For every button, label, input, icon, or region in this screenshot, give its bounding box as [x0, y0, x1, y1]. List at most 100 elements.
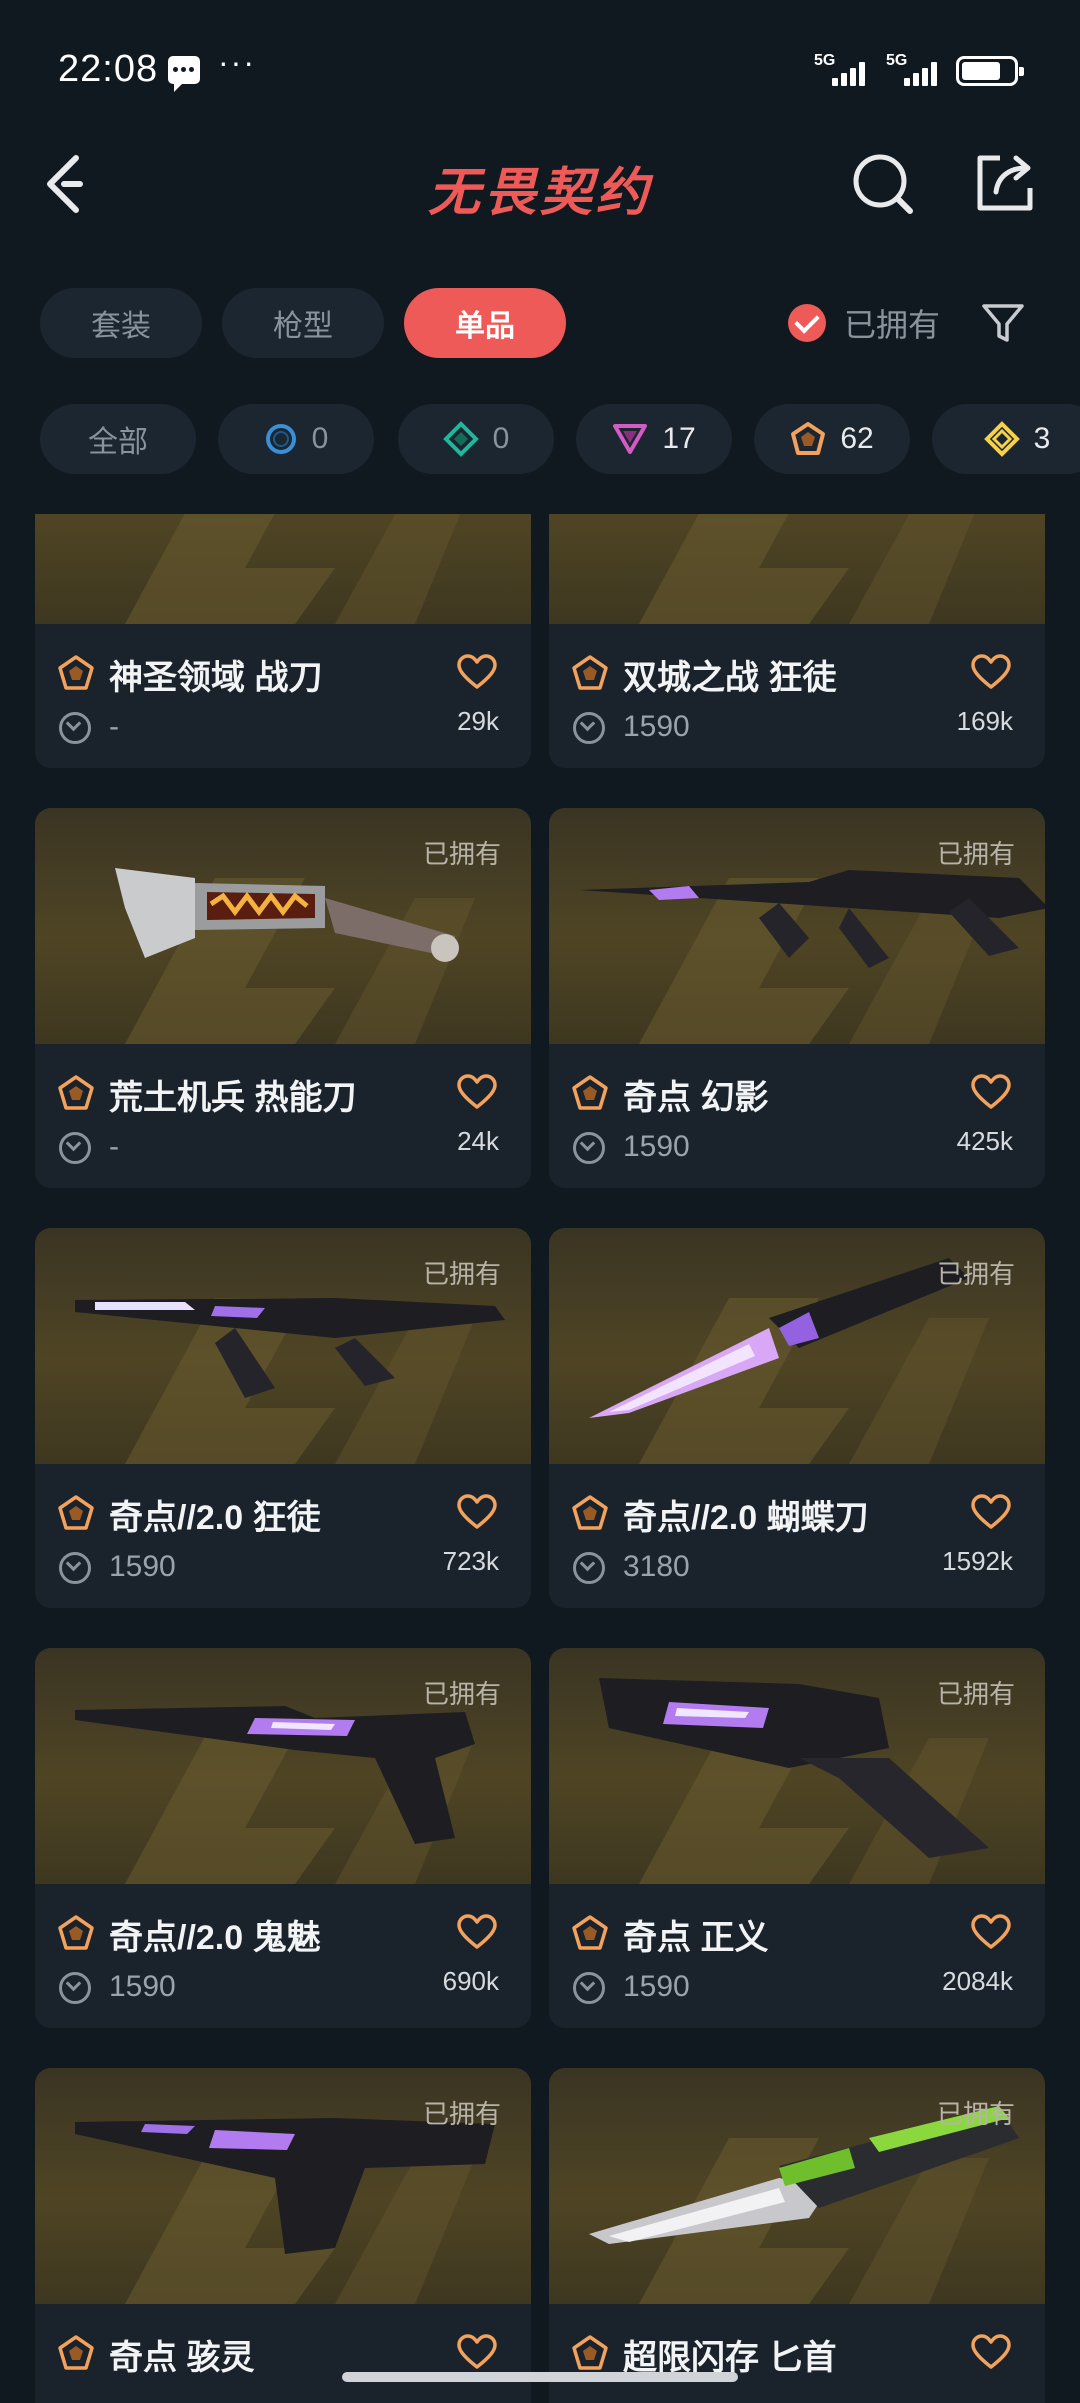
select-tier-count: 0	[311, 422, 329, 455]
heart-icon[interactable]	[457, 2334, 497, 2370]
exclusive-tier-icon	[58, 1075, 94, 1110]
item-price: 1590	[109, 1550, 176, 1583]
exclusive-tier-icon	[572, 655, 608, 690]
item-likes: 2084k	[942, 1966, 1013, 1996]
exclusive-tier-icon	[58, 1495, 94, 1530]
search-button[interactable]	[848, 148, 918, 218]
owned-filter-toggle[interactable]: 已拥有	[788, 300, 940, 346]
home-indicator[interactable]	[342, 2372, 738, 2382]
item-card[interactable]: 已拥有 奇点//2.0 鬼魅 1590 690k	[35, 1648, 531, 2028]
rarity-chip-premium[interactable]: 17	[576, 404, 732, 474]
rarity-chip-deluxe[interactable]: 0	[398, 404, 554, 474]
owned-badge: 已拥有	[936, 2099, 1015, 2129]
item-card[interactable]: 神圣领域 战刀 - 29k	[35, 514, 531, 768]
item-card[interactable]: 双城之战 狂徒 1590 169k	[549, 514, 1045, 768]
back-chevron-icon	[47, 155, 83, 213]
heart-icon[interactable]	[457, 654, 497, 690]
item-price: 1590	[623, 710, 690, 743]
owned-badge: 已拥有	[936, 1679, 1015, 1709]
select-tier-icon	[265, 424, 296, 454]
owned-badge: 已拥有	[422, 1679, 501, 1709]
item-image: 已拥有	[549, 1228, 1045, 1464]
item-name: 奇点 幻影	[623, 1079, 769, 1117]
exclusive-tier-icon	[572, 1915, 608, 1950]
item-card[interactable]: 已拥有 奇点 正义 1590 2084k	[549, 1648, 1045, 2028]
app-header: 无畏契约	[0, 130, 1080, 240]
item-card[interactable]: 已拥有奇点//2.0 蝴蝶刀 3180 1592k	[549, 1228, 1045, 1608]
exclusive-tier-icon	[58, 2335, 94, 2370]
item-card[interactable]: 已拥有 奇点 幻影 1590 425k	[549, 808, 1045, 1188]
owned-badge: 已拥有	[936, 839, 1015, 869]
item-price: 1590	[623, 1970, 690, 2003]
owned-filter-label: 已拥有	[844, 307, 941, 343]
owned-checkbox[interactable]	[788, 304, 826, 342]
tab-weapon-types[interactable]: 枪型	[222, 288, 384, 358]
exclusive-tier-icon	[572, 1075, 608, 1110]
item-info: 双城之战 狂徒 1590 169k	[549, 624, 1045, 768]
item-price: -	[109, 710, 119, 743]
item-price: 1590	[623, 1130, 690, 1163]
rarity-chip-all[interactable]: 全部	[40, 404, 196, 474]
valorant-points-icon	[59, 712, 91, 744]
item-image: 已拥有	[35, 2068, 531, 2304]
heart-icon[interactable]	[971, 654, 1011, 690]
weapon-skin-image	[549, 514, 1045, 624]
item-card[interactable]: 已拥有 奇点//2.0 狂徒 1590 723k	[35, 1228, 531, 1608]
ultra-tier-count: 3	[1033, 422, 1051, 455]
rarity-chip-ultra[interactable]: 3	[932, 404, 1080, 474]
heart-icon[interactable]	[457, 1074, 497, 1110]
item-info: 奇点//2.0 蝴蝶刀 3180 1592k	[549, 1464, 1045, 1608]
item-card[interactable]: 已拥有 荒土机兵 热能刀 - 24k	[35, 808, 531, 1188]
item-card[interactable]: 已拥有奇点 骇灵	[35, 2068, 531, 2403]
item-image	[35, 514, 531, 624]
filter-button[interactable]	[980, 300, 1026, 346]
deluxe-tier-count: 0	[492, 422, 510, 455]
filter-icon	[982, 304, 1024, 342]
item-image: 已拥有	[35, 1228, 531, 1464]
valorant-points-icon	[59, 1132, 91, 1164]
item-name: 奇点 骇灵	[109, 2339, 255, 2377]
item-image: 已拥有	[549, 2068, 1045, 2304]
tab-bundles[interactable]: 套装	[40, 288, 202, 358]
search-icon	[853, 154, 913, 214]
valorant-points-icon	[59, 1552, 91, 1584]
item-price: -	[109, 1130, 119, 1163]
back-button[interactable]	[40, 150, 100, 220]
exclusive-tier-icon	[572, 2335, 608, 2370]
tab-single-items[interactable]: 单品	[404, 288, 566, 358]
signal-label-2: 5G	[886, 52, 908, 69]
share-button[interactable]	[970, 148, 1040, 218]
status-time: 22:08	[58, 48, 159, 90]
item-likes: 1592k	[942, 1546, 1013, 1576]
rarity-chip-exclusive[interactable]: 62	[754, 404, 910, 474]
item-image: 已拥有	[549, 808, 1045, 1044]
category-tabs: 套装 枪型 单品 已拥有	[0, 288, 1080, 360]
app-title: 无畏契约	[427, 164, 652, 222]
exclusive-tier-icon	[58, 655, 94, 690]
item-card[interactable]: 已拥有超限闪存 匕首	[549, 2068, 1045, 2403]
item-price: 1590	[109, 1970, 176, 2003]
heart-icon[interactable]	[971, 1074, 1011, 1110]
more-notifications-icon: ···	[218, 44, 256, 80]
heart-icon[interactable]	[971, 1494, 1011, 1530]
owned-badge: 已拥有	[936, 1259, 1015, 1289]
heart-icon[interactable]	[457, 1914, 497, 1950]
owned-badge: 已拥有	[422, 1259, 501, 1289]
valorant-points-icon	[573, 1132, 605, 1164]
item-name: 双城之战 狂徒	[623, 659, 837, 697]
item-image	[549, 514, 1045, 624]
owned-badge: 已拥有	[422, 2099, 501, 2129]
rarity-chip-select[interactable]: 0	[218, 404, 374, 474]
item-info: 超限闪存 匕首	[549, 2304, 1045, 2403]
item-name: 奇点//2.0 狂徒	[109, 1499, 321, 1537]
premium-tier-count: 17	[662, 422, 696, 455]
heart-icon[interactable]	[971, 2334, 1011, 2370]
item-info: 奇点 幻影 1590 425k	[549, 1044, 1045, 1188]
ultra-tier-icon	[983, 421, 1020, 457]
heart-icon[interactable]	[971, 1914, 1011, 1950]
valorant-points-icon	[573, 1972, 605, 2004]
signal-icon-1: 5G	[814, 52, 874, 86]
share-icon	[977, 155, 1033, 211]
item-name: 神圣领域 战刀	[109, 659, 323, 697]
heart-icon[interactable]	[457, 1494, 497, 1530]
